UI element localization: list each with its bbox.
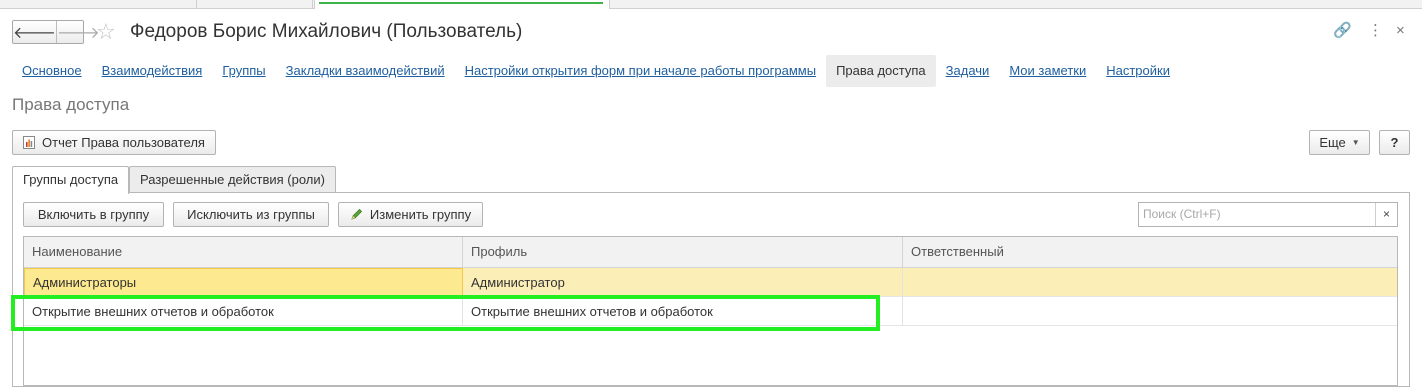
tab-my-notes[interactable]: Мои заметки	[999, 55, 1096, 87]
active-app-tab[interactable]	[314, 0, 610, 9]
tab-divider	[312, 0, 313, 9]
pencil-icon	[350, 208, 363, 221]
clear-search-icon[interactable]: ×	[1375, 203, 1397, 226]
more-button-label: Еще	[1319, 135, 1346, 150]
more-actions-button[interactable]: Еще ▼	[1309, 130, 1370, 155]
section-title: Права доступа	[12, 95, 130, 114]
column-header-name[interactable]: Наименование	[24, 237, 463, 268]
tab-access-rights[interactable]: Права доступа	[826, 55, 936, 87]
active-tab-indicator	[319, 2, 603, 4]
search-input[interactable]: Поиск (Ctrl+F) ×	[1138, 202, 1398, 227]
include-in-group-button[interactable]: Включить в группу	[23, 202, 164, 227]
chevron-down-icon: ▼	[1351, 138, 1360, 147]
app-tab-strip	[0, 0, 1422, 9]
tab-interaction-bookmarks[interactable]: Закладки взаимодействий	[276, 55, 455, 87]
report-icon	[23, 136, 36, 149]
user-rights-report-button[interactable]: Отчет Права пользователя	[12, 130, 216, 155]
edit-group-button[interactable]: Изменить группу	[338, 202, 483, 227]
cell-responsible[interactable]	[903, 297, 1397, 326]
star-icon[interactable]: ☆	[96, 19, 116, 45]
window-title: Федоров Борис Михайлович (Пользователь)	[130, 21, 523, 42]
more-vertical-icon[interactable]: ⋮	[1368, 21, 1383, 41]
forward-button[interactable]: 🡒	[55, 21, 100, 43]
exclude-from-group-button[interactable]: Исключить из группы	[173, 202, 329, 227]
form-sections-nav: Основное Взаимодействия Группы Закладки …	[12, 55, 1180, 87]
edit-group-label: Изменить группу	[369, 207, 472, 222]
tab-interactions[interactable]: Взаимодействия	[92, 55, 213, 87]
tab-settings[interactable]: Настройки	[1096, 55, 1180, 87]
history-nav: 🡐 🡒	[12, 20, 100, 44]
close-icon[interactable]: ×	[1396, 21, 1405, 41]
tab-tasks[interactable]: Задачи	[936, 55, 1000, 87]
tab-groups[interactable]: Группы	[212, 55, 275, 87]
table-header: Наименование Профиль Ответственный	[24, 237, 1397, 268]
arrow-right-icon: 🡒	[56, 24, 100, 42]
table-row[interactable]: Администраторы Администратор	[24, 268, 1397, 297]
back-button[interactable]: 🡐	[13, 21, 56, 43]
column-header-responsible[interactable]: Ответственный	[903, 237, 1397, 268]
tab-main[interactable]: Основное	[12, 55, 92, 87]
report-button-label: Отчет Права пользователя	[42, 135, 205, 150]
tab-divider	[196, 0, 197, 9]
link-icon[interactable]: 🔗	[1333, 21, 1352, 41]
tab-access-groups[interactable]: Группы доступа	[12, 166, 130, 194]
cell-responsible[interactable]	[903, 268, 1397, 297]
tab-startup-forms[interactable]: Настройки открытия форм при начале работ…	[455, 55, 826, 87]
help-button[interactable]: ?	[1379, 130, 1410, 155]
cell-name[interactable]: Администраторы	[24, 268, 463, 297]
tab-allowed-actions[interactable]: Разрешенные действия (роли)	[129, 166, 336, 193]
arrow-left-icon: 🡐	[13, 24, 56, 42]
search-placeholder: Поиск (Ctrl+F)	[1143, 207, 1221, 221]
cell-profile[interactable]: Администратор	[463, 268, 903, 297]
column-header-profile[interactable]: Профиль	[463, 237, 903, 268]
highlight-box	[11, 295, 880, 331]
